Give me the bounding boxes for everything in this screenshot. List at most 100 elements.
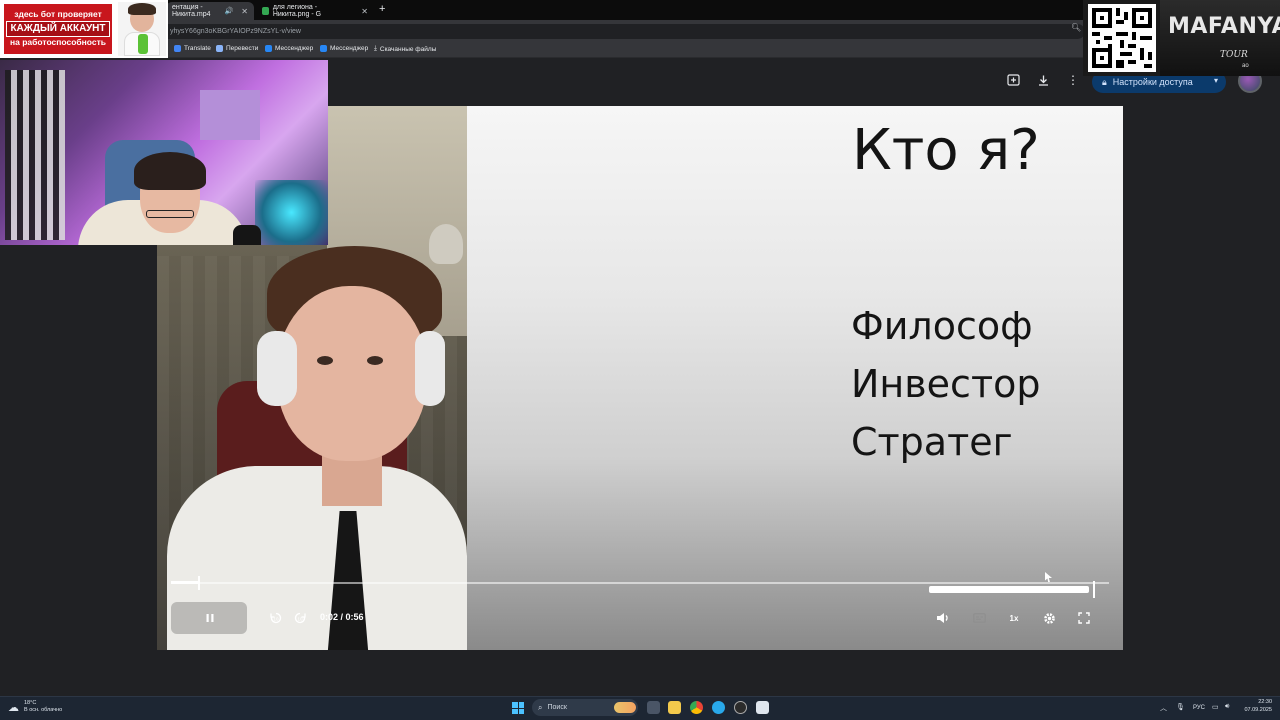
svg-text:10: 10: [297, 616, 303, 621]
tab-presentation-video[interactable]: ентация - Никита.mp4 🔊 ✕: [166, 2, 254, 20]
bookmark-label: Скачанные файлы: [379, 45, 437, 53]
taskbar-search[interactable]: ⌕ Поиск: [532, 699, 638, 716]
cloud-icon: ☁: [8, 701, 19, 714]
promo-line: здесь бот проверяет: [14, 9, 102, 20]
tab-title: для легиона - Никита.png - G: [272, 4, 322, 18]
tab-title: ентация - Никита.mp4: [172, 4, 211, 18]
notepad-icon[interactable]: [756, 701, 769, 714]
bookmark-perevesti[interactable]: Перевести: [216, 45, 258, 52]
weather-text: 18°C В осн. облачно: [24, 700, 62, 714]
vk-icon: [265, 45, 272, 52]
slide-line: Стратег: [851, 420, 1013, 464]
streamer-hair: [134, 152, 206, 190]
shelf: [200, 90, 260, 140]
captions-icon[interactable]: [971, 610, 987, 626]
brand-title: MAFANYA: [1168, 14, 1280, 39]
clothes-rack: [5, 70, 65, 240]
file-explorer-icon[interactable]: [668, 701, 681, 714]
translate-icon: [174, 45, 181, 52]
brand-caption: ао: [1242, 63, 1249, 69]
windows-start-icon[interactable]: [512, 702, 524, 714]
eye: [317, 356, 333, 365]
close-icon[interactable]: ✕: [241, 7, 248, 16]
bookmark-downloads[interactable]: ⤓ Скачанные файлы: [374, 45, 436, 53]
bookmark-translate[interactable]: Translate: [174, 45, 211, 52]
playback-speed-button[interactable]: 1x: [1006, 610, 1022, 626]
download-icon[interactable]: [1035, 72, 1051, 88]
speaker-icon[interactable]: 🔊︎: [1225, 703, 1229, 711]
new-tab-button[interactable]: +: [379, 3, 385, 15]
seek-bar[interactable]: [171, 582, 919, 584]
search-placeholder: Поиск: [547, 704, 567, 711]
microphone: [233, 225, 261, 245]
close-icon[interactable]: ✕: [361, 7, 368, 16]
volume-thumb[interactable]: [1093, 581, 1095, 598]
tab-image[interactable]: для легиона - Никита.png - G ✕: [256, 2, 374, 20]
face: [277, 286, 427, 461]
speaker-icon[interactable]: 🔊: [225, 7, 234, 15]
slide-line: Инвестор: [851, 362, 1041, 406]
bookmark-label: Перевести: [226, 45, 259, 52]
slide-title: Кто я?: [852, 118, 1040, 183]
drive-icon: [262, 7, 269, 15]
streamer-webcam: [0, 60, 328, 245]
promo-text-box: здесь бот проверяет КАЖДЫЙ АККАУНТ на ра…: [2, 2, 114, 56]
qr-code: [1088, 4, 1156, 72]
more-vert-icon[interactable]: ⋮: [1065, 72, 1081, 88]
windows-taskbar: [0, 696, 1280, 720]
weather-widget[interactable]: ☁ 18°C В осн. облачно: [8, 700, 62, 714]
seek-bar-played: [171, 581, 198, 584]
search-icon: ⌕: [538, 702, 543, 712]
telegram-icon[interactable]: [712, 701, 725, 714]
zoom-icon[interactable]: 🔍︎: [1071, 23, 1081, 32]
task-view-icon[interactable]: [647, 701, 660, 714]
bottle: [138, 34, 148, 54]
settings-icon[interactable]: [1041, 610, 1057, 626]
promo-banner: здесь бот проверяет КАЖДЫЙ АККАУНТ на ра…: [0, 0, 168, 58]
bookmark-label: Мессенджер: [275, 45, 314, 52]
cyan-light: [255, 180, 328, 245]
volume-slider[interactable]: [929, 586, 1089, 593]
lock-icon: 🔒︎: [1102, 76, 1107, 87]
rewind-10-icon[interactable]: 10: [268, 610, 284, 626]
chevron-down-icon[interactable]: ▾: [1214, 76, 1218, 85]
promo-person: [118, 2, 166, 56]
bookmark-messenger-1[interactable]: Мессенджер: [265, 45, 313, 52]
volume-track[interactable]: [919, 582, 1109, 584]
forward-10-icon[interactable]: 10: [292, 610, 308, 626]
obs-icon[interactable]: [734, 701, 747, 714]
address-bar[interactable]: yhysY66gn3oKBGrYAIOPz9NZsYL-v/view: [160, 24, 1085, 39]
network-icon[interactable]: ▭: [1212, 703, 1219, 711]
eye: [367, 356, 383, 365]
fullscreen-icon[interactable]: [1076, 610, 1092, 626]
weather-desc: В осн. облачно: [24, 707, 63, 714]
share-label: Настройки доступа: [1112, 77, 1193, 87]
promo-line: КАЖДЫЙ АККАУНТ: [6, 21, 110, 37]
clock-time: 22:30: [1258, 699, 1272, 705]
clock-date: 07.09.2025: [1244, 706, 1272, 713]
volume-icon[interactable]: [935, 610, 951, 626]
headset: [415, 331, 445, 406]
chrome-icon[interactable]: [690, 701, 703, 714]
promo-line: на работоспособность: [10, 36, 106, 47]
translate-icon: [216, 45, 223, 52]
lamp: [429, 224, 463, 264]
tray-chevron-icon[interactable]: ︿: [1160, 703, 1167, 713]
headset: [257, 331, 297, 406]
svg-text:10: 10: [273, 616, 279, 621]
seek-thumb[interactable]: [198, 576, 200, 590]
glasses: [146, 210, 194, 218]
time-display: 0:02 / 0:56: [320, 612, 364, 622]
vk-icon: [320, 45, 327, 52]
microphone-icon[interactable]: 🎙︎: [1176, 703, 1185, 711]
bookmark-messenger-2[interactable]: Мессенджер: [320, 45, 368, 52]
pause-icon[interactable]: [202, 610, 218, 626]
weather-temp: 18°C: [24, 700, 37, 706]
add-comment-icon[interactable]: [1005, 72, 1021, 88]
bookmark-label: Мессенджер: [330, 45, 369, 52]
brand-banner: MAFANYA TOUR ао: [1160, 0, 1280, 76]
search-highlight-icon: [614, 702, 636, 713]
download-icon: ⤓: [374, 45, 377, 52]
taskbar-clock[interactable]: 22:30 07.09.2025: [1238, 699, 1272, 714]
language-indicator[interactable]: РУС: [1193, 705, 1205, 711]
